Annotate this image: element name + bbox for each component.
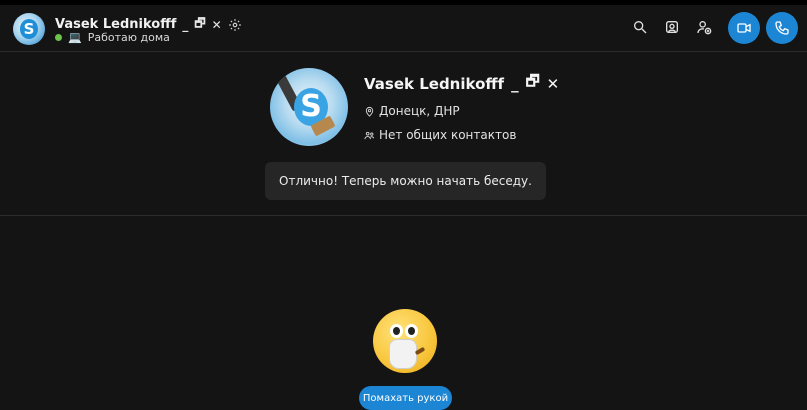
- laptop-icon: 💻: [68, 31, 82, 44]
- profile-contacts: Нет общих контактов: [364, 128, 516, 142]
- presence-status[interactable]: 💻 Работаю дома: [55, 31, 170, 44]
- phone-icon: [775, 21, 789, 35]
- wave-emoji-icon[interactable]: [373, 309, 437, 373]
- conversation-start-notice: Отлично! Теперь можно начать беседу.: [265, 162, 546, 200]
- wave-hand-button[interactable]: Помахать рукой: [359, 386, 452, 410]
- gear-icon[interactable]: [228, 18, 242, 32]
- wave-hand-label: Помахать рукой: [362, 392, 449, 404]
- search-icon[interactable]: [629, 16, 651, 38]
- minimize-glyph: _: [511, 74, 519, 93]
- gallery-icon[interactable]: [661, 16, 683, 38]
- contact-name: Vasek Lednikofff: [55, 17, 177, 32]
- profile-name: Vasek Lednikofff _ 🗗 ✕: [364, 71, 559, 96]
- contacts-icon: [364, 131, 375, 139]
- contacts-text: Нет общих контактов: [379, 128, 517, 142]
- profile-avatar[interactable]: S: [270, 68, 348, 146]
- location-text: Донецк, ДНР: [379, 104, 460, 118]
- location-pin-icon: [365, 106, 374, 117]
- status-text: Работаю дома: [87, 31, 170, 44]
- presence-dot: [55, 34, 62, 41]
- profile-location: Донецк, ДНР: [364, 104, 460, 118]
- notice-text: Отлично! Теперь можно начать беседу.: [279, 174, 532, 188]
- close-glyph: ✕: [211, 17, 222, 32]
- contact-avatar[interactable]: S: [13, 13, 45, 45]
- restore-glyph: 🗗: [525, 72, 540, 90]
- audio-call-button[interactable]: [766, 12, 798, 44]
- restore-glyph: 🗗: [194, 16, 206, 30]
- add-person-icon[interactable]: [693, 16, 715, 38]
- divider: [0, 215, 807, 216]
- profile-name-text: Vasek Lednikofff: [364, 74, 505, 93]
- chat-header: S Vasek Lednikofff _ 🗗 ✕ 💻 Работаю дома: [0, 5, 807, 52]
- video-call-button[interactable]: [728, 12, 760, 44]
- video-camera-icon: [737, 23, 751, 33]
- minimize-glyph: _: [182, 17, 189, 32]
- close-glyph: ✕: [546, 74, 560, 93]
